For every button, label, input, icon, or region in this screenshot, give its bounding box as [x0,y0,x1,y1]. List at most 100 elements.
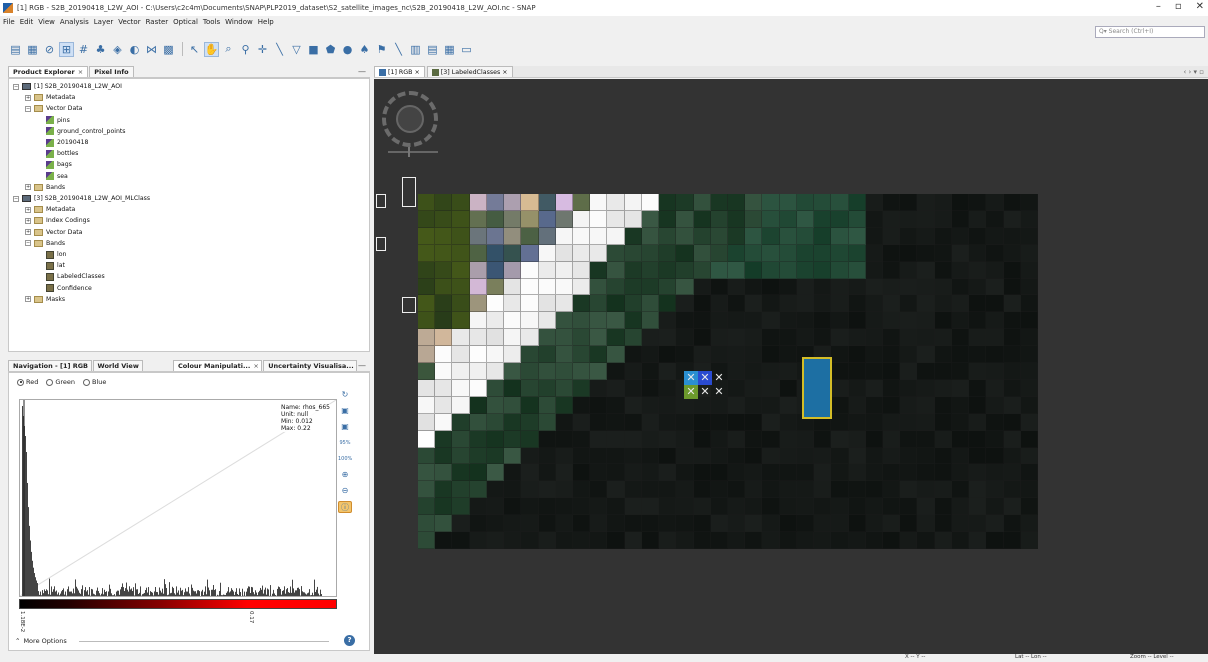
tree-node[interactable]: ground_control_points [37,126,126,137]
tree-node[interactable]: Confidence [37,283,92,294]
vector-shape[interactable] [402,297,416,313]
pin-marker-icon[interactable]: ✕ [698,385,712,399]
tree-node[interactable]: + Metadata [25,92,75,103]
tree-node[interactable]: LabeledClasses [37,271,105,282]
collapse-icon[interactable]: − [13,83,19,90]
collapse-icon[interactable]: − [13,195,19,202]
sync-cursor-icon[interactable]: ⋈ [144,42,159,57]
minimize-panel-icon[interactable]: — [358,361,366,370]
export-icon[interactable]: ▣ [338,421,352,433]
grid-tool-icon[interactable]: # [76,42,91,57]
menu-vector[interactable]: Vector [118,18,140,26]
radio-blue[interactable]: Blue [83,378,106,386]
tile-evenly-icon[interactable]: ▭ [459,42,474,57]
navigation-control[interactable] [382,91,438,147]
tree-node[interactable]: pins [37,115,70,126]
close-tab-icon[interactable]: × [502,69,507,76]
colour-gradient-bar[interactable] [19,599,337,609]
measure-icon[interactable]: ╲ [391,42,406,57]
tree-node[interactable]: − Bands [25,238,65,249]
vector-shape[interactable] [376,194,386,208]
search-input[interactable]: Q▾ Search (Ctrl+I) [1095,26,1205,38]
tab-uncertainty-visualisation[interactable]: Uncertainty Visualisa... [263,360,357,371]
expand-icon[interactable]: + [25,229,31,236]
menu-tools[interactable]: Tools [203,18,220,26]
tree-node[interactable]: bottles [37,148,78,159]
info-icon[interactable]: ⓘ [338,501,352,513]
tree-node[interactable]: sea [37,171,68,182]
minimize-panel-icon[interactable]: — [358,67,366,76]
histogram[interactable]: Name: rhos_665 Unit: null Min: 0.012 Max… [19,399,337,597]
save-product-icon[interactable]: ▦ [25,42,40,57]
menu-window[interactable]: Window [225,18,253,26]
tree-node[interactable]: + Index Codings [25,215,90,226]
maximize-window-button[interactable]: ▫ [1175,1,1182,12]
pan-knob[interactable] [396,105,424,133]
reset-icon[interactable]: ↻ [338,389,352,401]
tree-node[interactable]: lon [37,249,66,260]
tree-node[interactable]: + Metadata [25,204,75,215]
radio-red[interactable]: Red [17,378,38,386]
pin-marker-icon[interactable]: ✕ [698,371,712,385]
select-tool-icon[interactable]: ↖ [187,42,202,57]
collapse-icon[interactable]: − [25,105,31,112]
collapse-icon[interactable]: − [25,240,31,247]
zoom-slider-track[interactable] [388,151,438,153]
pin-marker-icon[interactable]: ✕ [684,371,698,385]
tile-vertical-icon[interactable]: ▦ [442,42,457,57]
minimize-window-button[interactable]: – [1156,1,1161,12]
expand-icon[interactable]: + [25,184,31,191]
expand-icon[interactable]: + [25,206,31,213]
menu-layer[interactable]: Layer [94,18,114,26]
polyline-draw-icon[interactable]: ▽ [289,42,304,57]
percentile-full-icon[interactable]: 100% [338,453,352,465]
polygon-draw-icon[interactable]: ⬟ [323,42,338,57]
close-tab-icon[interactable]: × [253,362,258,370]
rectangle-draw-icon[interactable]: ■ [306,42,321,57]
zoom-out-histogram-icon[interactable]: ⊖ [338,485,352,497]
layer-icon[interactable]: ◐ [127,42,142,57]
range-icon[interactable]: ⚑ [374,42,389,57]
tree-node[interactable]: − [1] S2B_20190418_L2W_AOI [13,81,122,92]
image-canvas[interactable]: ✕ ✕ ✕ ✕ ✕ ✕ [374,79,1208,654]
pin-manager-icon[interactable]: ♣ [93,42,108,57]
selected-region-rectangle[interactable] [802,357,832,419]
tab-rgb-view[interactable]: [1] RGB × [374,66,425,77]
close-tab-icon[interactable]: × [415,69,420,76]
tab-navigation[interactable]: Navigation - [1] RGB [8,360,92,371]
tab-pixel-info[interactable]: Pixel Info [89,66,134,77]
close-window-button[interactable]: ✕ [1196,1,1204,12]
pin-placing-icon[interactable]: ⚲ [238,42,253,57]
wkt-icon[interactable]: ▩ [161,42,176,57]
tab-colour-manipulation[interactable]: Colour Manipulati... × [173,360,263,371]
menu-analysis[interactable]: Analysis [60,18,89,26]
percentile-icon[interactable]: 95% [338,437,352,449]
tab-product-explorer[interactable]: Product Explorer × [8,66,89,77]
menu-optical[interactable]: Optical [173,18,198,26]
menu-raster[interactable]: Raster [146,18,169,26]
expand-icon[interactable]: + [25,296,31,303]
pan-tool-icon[interactable]: ✋ [204,41,219,57]
rgb-raster-image[interactable] [418,194,1038,549]
tree-node[interactable]: − [3] S2B_20190418_L2W_AOI_MLClass [13,193,150,204]
tab-world-view[interactable]: World View [92,360,143,371]
vector-shape[interactable] [402,177,416,207]
tab-labeled-classes-view[interactable]: [3] LabeledClasses × [426,66,513,77]
tile-single-icon[interactable]: ▥ [408,42,423,57]
help-icon[interactable]: ? [344,635,355,646]
zoom-in-histogram-icon[interactable]: ⊕ [338,469,352,481]
vector-shape[interactable] [376,237,386,251]
tree-node[interactable]: + Bands [25,182,65,193]
import-icon[interactable]: ▣ [338,405,352,417]
pixel-select-icon[interactable]: ⊞ [59,41,74,57]
tree-node[interactable]: − Vector Data [25,103,82,114]
magic-wand-icon[interactable]: ♠ [357,42,372,57]
tree-node[interactable]: 20190418 [37,137,89,148]
open-product-icon[interactable]: ▤ [8,42,23,57]
tree-node[interactable]: lat [37,260,65,271]
pin-marker-icon[interactable]: ✕ [712,385,726,399]
menu-file[interactable]: File [3,18,15,26]
close-tab-icon[interactable]: × [78,68,83,76]
gcp-manager-icon[interactable]: ◈ [110,42,125,57]
zoom-slider-knob[interactable] [408,147,410,157]
